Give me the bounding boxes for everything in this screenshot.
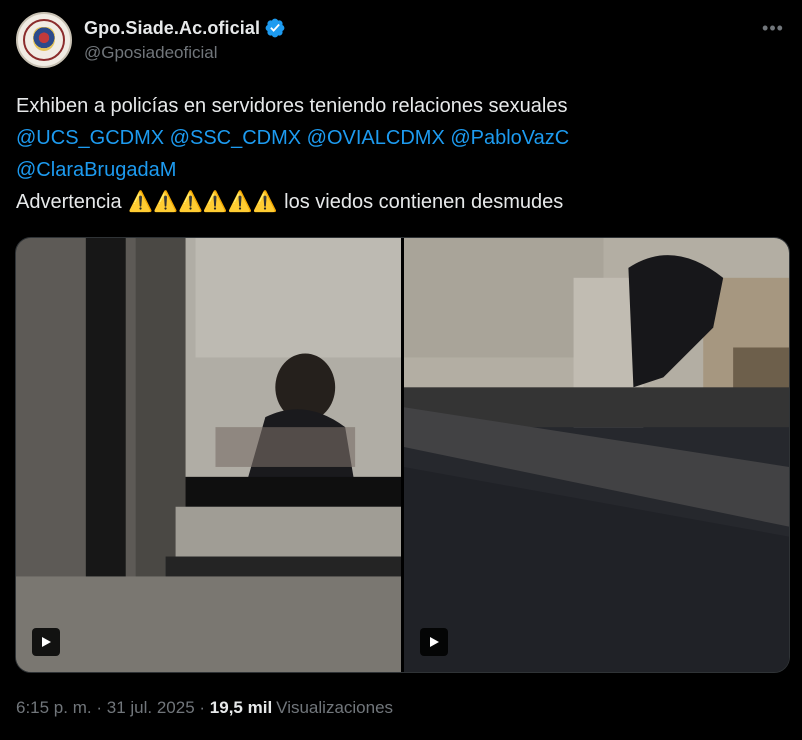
more-options-icon[interactable]: •••: [758, 18, 788, 38]
tweet-card: Gpo.Siade.Ac.oficial @Gposiadeoficial ••…: [0, 0, 802, 740]
tweet-line-1: Exhiben a policías en servidores teniend…: [16, 95, 568, 117]
play-button[interactable]: [32, 628, 60, 656]
mention-link[interactable]: @SSC_CDMX: [170, 127, 301, 149]
separator: ·: [96, 698, 103, 717]
mention-link[interactable]: @UCS_GCDMX: [16, 127, 164, 149]
views-count: 19,5 mil: [209, 698, 273, 717]
play-icon: [430, 637, 439, 647]
play-icon: [42, 637, 51, 647]
separator: ·: [199, 698, 206, 717]
video-thumbnail-1[interactable]: [16, 238, 401, 672]
tweet-text: Exhiben a policías en servidores teniend…: [16, 90, 786, 218]
tweet-footer: 6:15 p. m. · 31 jul. 2025 · 19,5 mil Visu…: [16, 698, 393, 718]
author-display-name[interactable]: Gpo.Siade.Ac.oficial: [84, 18, 260, 39]
author-names: Gpo.Siade.Ac.oficial @Gposiadeoficial: [84, 17, 286, 63]
views-label: Visualizaciones: [276, 698, 394, 717]
display-name-row: Gpo.Siade.Ac.oficial: [84, 17, 286, 39]
author-avatar[interactable]: [16, 12, 72, 68]
play-button[interactable]: [420, 628, 448, 656]
warning-suffix: los viedos contienen desmudes: [284, 191, 564, 213]
mention-link[interactable]: @ClaraBrugadaM: [16, 159, 176, 181]
video-1-scene: [16, 238, 401, 672]
video-thumbnail-2[interactable]: [404, 238, 789, 672]
tweet-date[interactable]: 31 jul. 2025: [107, 698, 195, 717]
warning-prefix: Advertencia: [16, 191, 122, 213]
tweet-line-3-mentions: @ClaraBrugadaM: [16, 154, 786, 186]
tweet-time[interactable]: 6:15 p. m.: [16, 698, 92, 717]
tweet-line-2-mentions: @UCS_GCDMX @SSC_CDMX @OVIALCDMX @PabloVa…: [16, 122, 786, 154]
verified-badge-icon: [265, 18, 285, 38]
author-handle[interactable]: @Gposiadeoficial: [84, 43, 286, 63]
mention-link[interactable]: @PabloVazC: [450, 127, 569, 149]
tweet-header: Gpo.Siade.Ac.oficial @Gposiadeoficial: [16, 12, 286, 68]
media-grid: [15, 237, 790, 673]
mention-link[interactable]: @OVIALCDMX: [307, 127, 445, 149]
tweet-line-4-warning: Advertencia ⚠️⚠️⚠️⚠️⚠️⚠️ los viedos cont…: [16, 186, 786, 218]
video-2-scene: [404, 238, 789, 672]
seal-emblem: [33, 27, 55, 51]
warning-icon: ⚠️⚠️⚠️⚠️⚠️⚠️: [128, 191, 278, 213]
